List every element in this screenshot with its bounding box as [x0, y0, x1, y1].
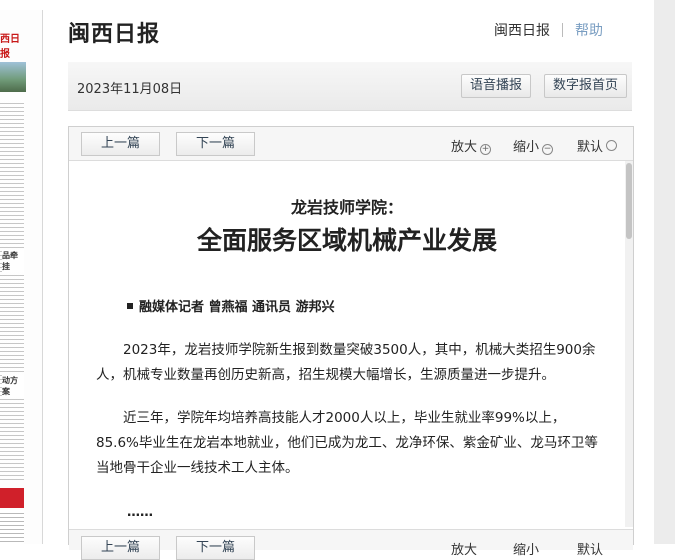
article-byline: 融媒体记者 曾燕福 通讯员 游邦兴 [127, 296, 335, 315]
thumbnail-heading: 品牵挂 [2, 250, 24, 272]
plus-icon: + [480, 144, 492, 155]
zoom-in-label: 放大 [451, 543, 478, 558]
site-title: 闽西日报 [68, 22, 161, 47]
article-content: 龙岩技师学院： 全面服务区域机械产业发展 融媒体记者 曾燕福 通讯员 游邦兴 2… [69, 161, 625, 527]
thumbnail-red-block [0, 488, 24, 508]
next-article-button[interactable]: 下一篇 [176, 132, 255, 156]
article-paragraph: 2023年，龙岩技师学院新生报到数量突破3500人，其中，机械大类招生900余人… [96, 342, 596, 383]
minus-icon: − [542, 144, 554, 155]
right-margin [654, 0, 675, 544]
thumbnail-heading: 动方案 [2, 375, 24, 397]
link-divider [562, 23, 563, 37]
article-subtitle: 龙岩技师学院： [290, 198, 403, 217]
default-size-button[interactable]: 默认 [577, 136, 618, 155]
next-article-button-bottom[interactable]: 下一篇 [176, 536, 255, 560]
prev-article-button[interactable]: 上一篇 [81, 132, 160, 156]
zoom-out-label: 缩小 [513, 543, 540, 558]
thumbnail-masthead: 西日报 [0, 34, 20, 60]
article-panel: 上一篇 下一篇 放大 + 缩小 − 默认 龙岩技师学院： 全面服务区域机械产业发展 … [68, 126, 634, 560]
issue-date: 2023年11月08日 [77, 82, 183, 97]
default-size-label: 默认 [577, 140, 604, 155]
default-size-label: 默认 [577, 543, 604, 558]
article-bottom-toolbar: 上一篇 下一篇 放大 缩小 默认 [69, 529, 633, 560]
article-scrollbar[interactable] [625, 161, 633, 527]
bullet-square-icon [127, 303, 133, 309]
zoom-out-button-bottom[interactable]: 缩小 [513, 539, 539, 558]
zoom-out-button[interactable]: 缩小 − [513, 136, 554, 155]
circle-icon [606, 140, 618, 151]
article-paragraph: 近三年，学院年均培养高技能人才2000人以上，毕业生就业率99%以上，85.6%… [96, 410, 598, 476]
zoom-in-button-bottom[interactable]: 放大 [451, 539, 477, 558]
newspaper-page-thumbnail[interactable]: 西日报 品牵挂 动方案 [0, 10, 43, 544]
zoom-in-button[interactable]: 放大 + [451, 136, 492, 155]
article-title: 全面服务区域机械产业发展 [196, 226, 497, 255]
scrollbar-thumb[interactable] [626, 163, 632, 239]
thumbnail-text-columns [0, 100, 24, 480]
zoom-out-label: 缩小 [513, 140, 540, 155]
voice-broadcast-button[interactable]: 语音播报 [461, 74, 532, 98]
date-bar: 2023年11月08日 语音播报 数字报首页 [68, 62, 632, 111]
home-link[interactable]: 闽西日报 [494, 23, 550, 39]
zoom-in-label: 放大 [451, 140, 478, 155]
byline-text: 融媒体记者 曾燕福 通讯员 游邦兴 [139, 300, 335, 315]
prev-article-button-bottom[interactable]: 上一篇 [81, 536, 160, 560]
top-links: 闽西日报 帮助 [494, 20, 603, 40]
help-link[interactable]: 帮助 [575, 23, 603, 39]
article-ellipsis: …… [127, 505, 153, 520]
thumbnail-text-columns [0, 510, 24, 544]
article-toolbar: 上一篇 下一篇 放大 + 缩小 − 默认 [69, 127, 633, 161]
digital-paper-home-button[interactable]: 数字报首页 [544, 74, 628, 98]
default-size-button-bottom[interactable]: 默认 [577, 539, 603, 558]
thumbnail-photo [0, 62, 26, 92]
